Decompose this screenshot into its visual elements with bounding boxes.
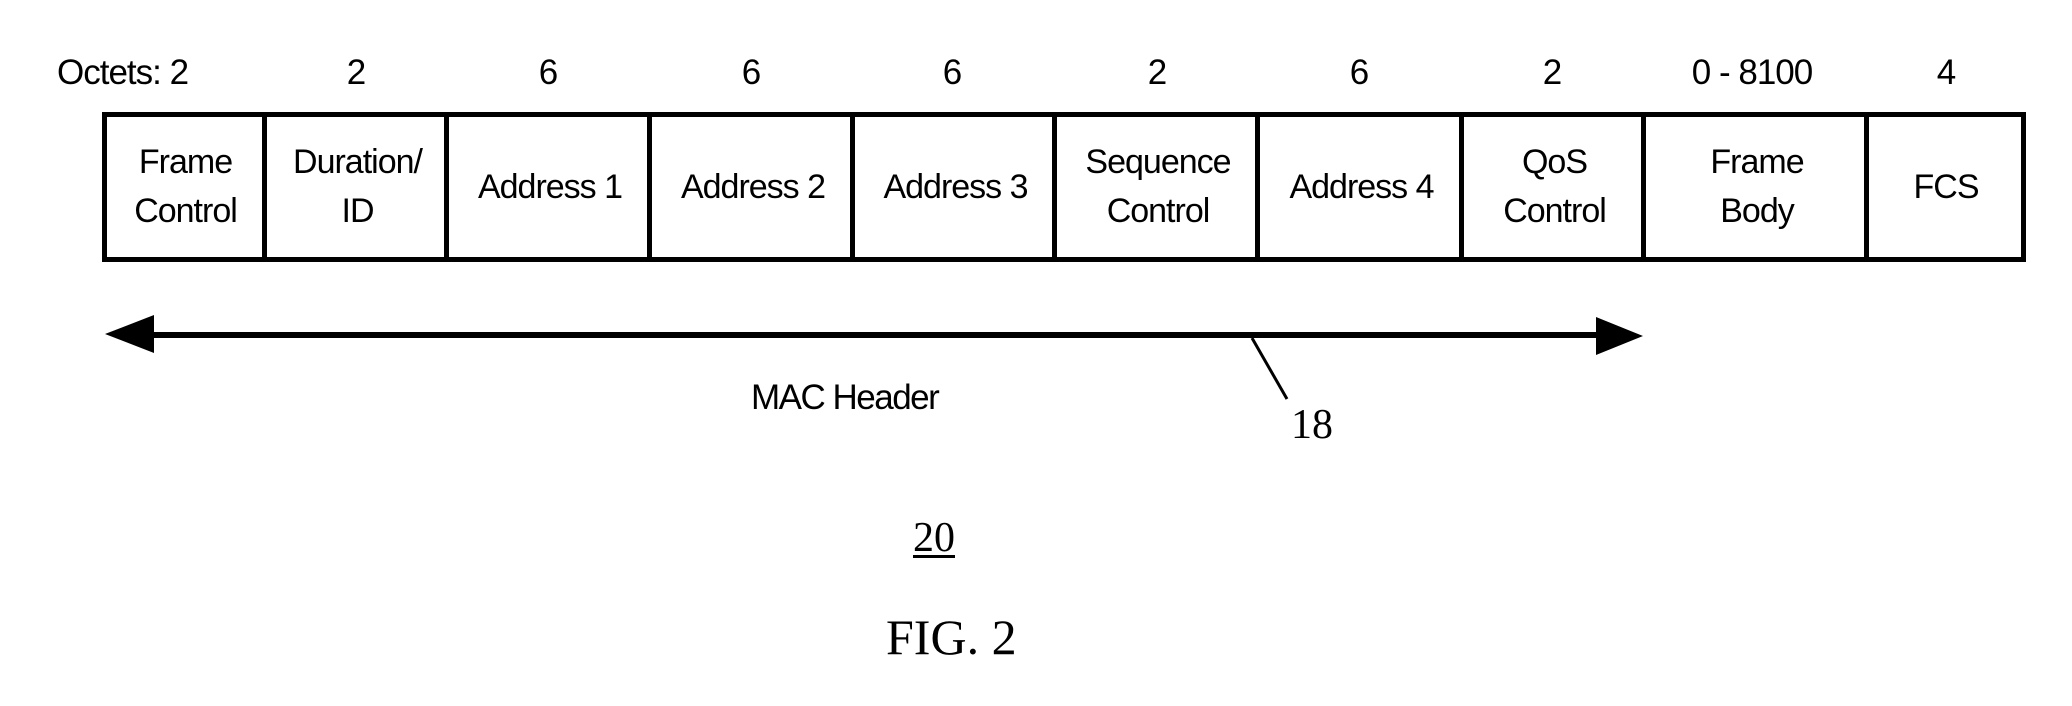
- figure-caption: FIG. 2: [886, 609, 1017, 665]
- mac-header-reference-numeral: 18: [1291, 402, 1333, 448]
- reference-leader-line: [1250, 337, 1289, 400]
- arrowhead-left-icon: [105, 315, 154, 353]
- arrowhead-right-icon: [1596, 317, 1643, 355]
- figure-reference-numeral: 20: [913, 515, 955, 561]
- mac-header-span-arrow: [105, 315, 1643, 400]
- mac-header-label: MAC Header: [751, 378, 940, 417]
